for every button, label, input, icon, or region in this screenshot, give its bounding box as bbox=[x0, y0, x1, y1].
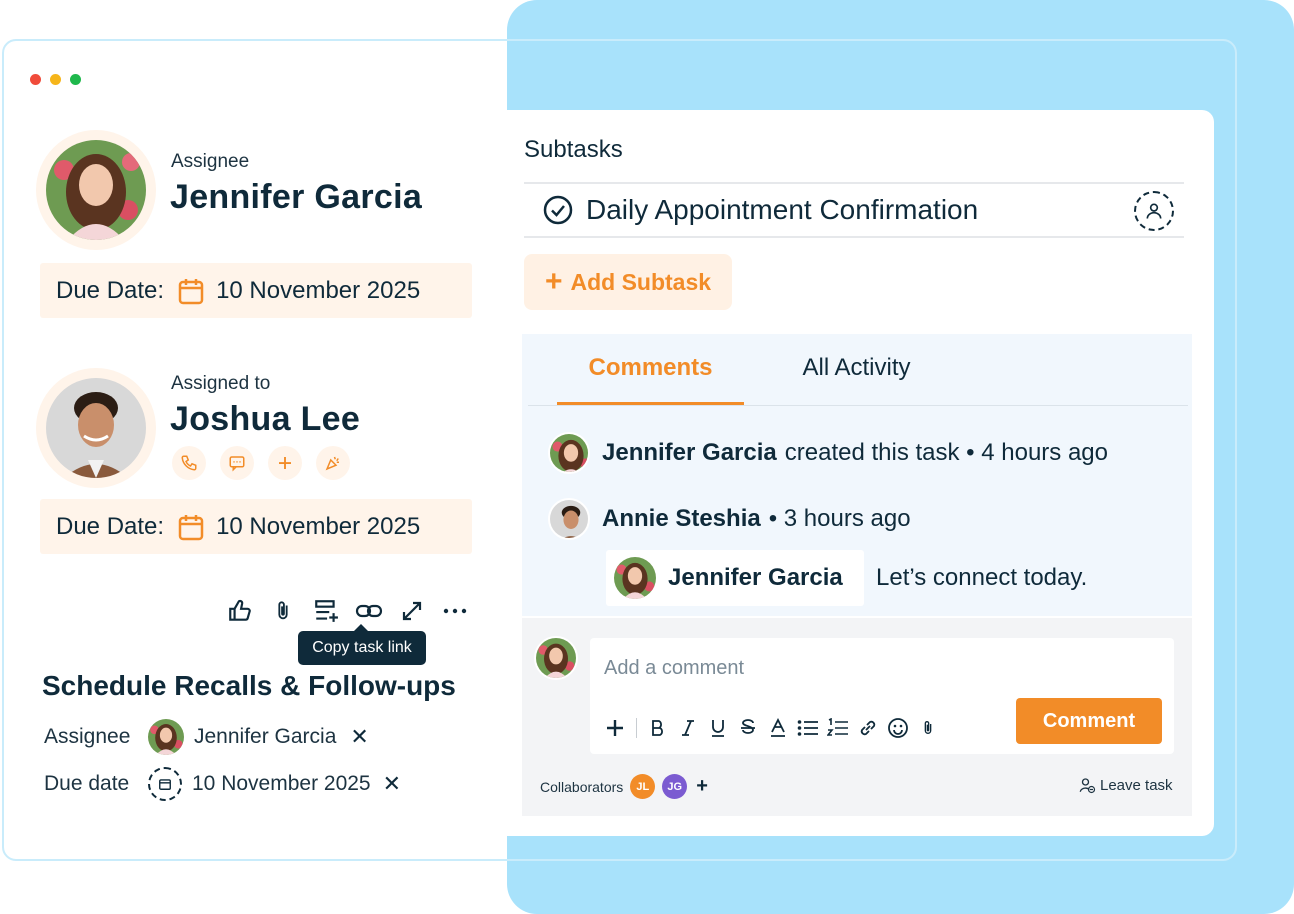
leave-user-icon bbox=[1079, 778, 1096, 794]
thumbs-up-icon[interactable] bbox=[226, 596, 254, 626]
plus-icon[interactable] bbox=[268, 446, 302, 480]
assignee-due-date: Due Date: 10 November 2025 bbox=[40, 263, 472, 318]
due-date-value: 10 November 2025 bbox=[216, 276, 421, 304]
assigned-to-label: Assigned to bbox=[171, 373, 271, 394]
format-toolbar bbox=[604, 716, 939, 740]
numbered-list-icon[interactable] bbox=[827, 716, 849, 740]
task-toolbar bbox=[226, 596, 469, 626]
activity-author: Annie Steshia bbox=[602, 505, 761, 532]
link-icon[interactable] bbox=[857, 716, 879, 740]
chat-icon[interactable] bbox=[220, 446, 254, 480]
plus-icon[interactable] bbox=[604, 716, 626, 740]
assigned-to-name: Joshua Lee bbox=[170, 400, 361, 438]
activity-item: Jennifer Garcia created this task • 4 ho… bbox=[548, 432, 1108, 474]
avatar bbox=[548, 498, 590, 540]
italic-icon[interactable] bbox=[677, 716, 699, 740]
task-title: Schedule Recalls & Follow-ups bbox=[42, 670, 456, 701]
add-list-icon[interactable] bbox=[312, 596, 340, 626]
plus-icon: + bbox=[544, 265, 563, 298]
collaborators: Collaborators JL JG + bbox=[540, 774, 708, 799]
collaborator-badge[interactable]: JL bbox=[630, 774, 656, 799]
check-circle-icon[interactable] bbox=[542, 194, 574, 226]
phone-icon[interactable] bbox=[172, 446, 206, 480]
bullet-list-icon[interactable] bbox=[797, 716, 819, 740]
tab-comments[interactable]: Comments bbox=[557, 354, 744, 405]
add-subtask-label: Add Subtask bbox=[570, 268, 712, 295]
divider bbox=[636, 718, 637, 738]
add-collaborator-icon[interactable]: + bbox=[696, 775, 708, 798]
emoji-icon[interactable] bbox=[887, 716, 909, 740]
paperclip-icon[interactable] bbox=[269, 596, 297, 626]
joshua-avatar-image bbox=[46, 378, 146, 478]
celebrate-icon[interactable] bbox=[316, 446, 350, 480]
task-due-label: Due date bbox=[44, 772, 130, 795]
task-due-row: Due date 10 November 2025 ✕ bbox=[44, 767, 401, 801]
window-controls bbox=[30, 74, 81, 85]
assign-user-icon[interactable] bbox=[1134, 191, 1174, 231]
avatar bbox=[548, 432, 590, 474]
contact-actions bbox=[172, 446, 350, 480]
assignee-label: Assignee bbox=[171, 151, 250, 172]
leave-task-label: Leave task bbox=[1100, 776, 1173, 794]
reply-author-chip: Jennifer Garcia bbox=[606, 550, 864, 606]
bold-icon[interactable] bbox=[647, 716, 669, 740]
minimize-dot[interactable] bbox=[50, 74, 61, 85]
jennifer-avatar-image bbox=[46, 140, 146, 240]
task-assignee-row: Assignee Jennifer Garcia ✕ bbox=[44, 719, 369, 755]
comment-input[interactable] bbox=[604, 654, 1004, 682]
expand-icon[interactable] bbox=[398, 596, 426, 626]
collaborator-badge[interactable]: JG bbox=[662, 774, 688, 799]
activity-text: created this task • 4 hours ago bbox=[784, 439, 1108, 466]
collaborators-label: Collaborators bbox=[540, 778, 624, 795]
assigned-due-date: Due Date: 10 November 2025 bbox=[40, 499, 472, 554]
comment-button[interactable]: Comment bbox=[1016, 698, 1162, 744]
remove-due-date-icon[interactable]: ✕ bbox=[383, 771, 401, 797]
task-due-value: 10 November 2025 bbox=[192, 772, 371, 795]
text-color-icon[interactable] bbox=[767, 716, 789, 740]
task-assignee-label: Assignee bbox=[44, 725, 131, 748]
calendar-icon[interactable] bbox=[148, 767, 182, 801]
comment-composer: Comment bbox=[590, 638, 1174, 754]
close-dot[interactable] bbox=[30, 74, 41, 85]
due-date-label: Due Date: bbox=[56, 276, 165, 304]
activity-item: Annie Steshia • 3 hours ago bbox=[548, 498, 911, 540]
avatar bbox=[36, 368, 156, 488]
due-date-label: Due Date: bbox=[56, 512, 165, 540]
due-date-value: 10 November 2025 bbox=[216, 512, 421, 540]
add-subtask-button[interactable]: + Add Subtask bbox=[524, 254, 732, 310]
avatar bbox=[534, 636, 578, 680]
avatar bbox=[148, 719, 184, 755]
reply-author: Jennifer Garcia bbox=[668, 564, 843, 591]
subtasks-heading: Subtasks bbox=[524, 136, 623, 163]
calendar-icon[interactable] bbox=[178, 277, 204, 305]
activity-text: • 3 hours ago bbox=[768, 505, 911, 532]
copy-link-tooltip: Copy task link bbox=[298, 624, 426, 665]
subtask-item[interactable]: Daily Appointment Confirmation bbox=[524, 182, 1184, 238]
link-icon[interactable] bbox=[355, 596, 383, 626]
underline-icon[interactable] bbox=[707, 716, 729, 740]
paperclip-icon[interactable] bbox=[917, 716, 939, 740]
activity-tabs: Comments All Activity bbox=[528, 340, 1188, 406]
maximize-dot[interactable] bbox=[70, 74, 81, 85]
strikethrough-icon[interactable] bbox=[737, 716, 759, 740]
remove-assignee-icon[interactable]: ✕ bbox=[350, 724, 368, 750]
task-assignee-name: Jennifer Garcia bbox=[194, 725, 337, 748]
more-icon[interactable] bbox=[441, 596, 469, 626]
subtask-label: Daily Appointment Confirmation bbox=[586, 194, 979, 225]
avatar bbox=[36, 130, 156, 250]
leave-task-button[interactable]: Leave task bbox=[1078, 776, 1173, 794]
calendar-icon[interactable] bbox=[178, 513, 204, 541]
reply-text: Let’s connect today. bbox=[876, 564, 1088, 591]
tab-all-activity[interactable]: All Activity bbox=[774, 354, 939, 405]
avatar bbox=[614, 557, 656, 599]
activity-author: Jennifer Garcia bbox=[602, 439, 777, 466]
assignee-name: Jennifer Garcia bbox=[170, 178, 423, 216]
